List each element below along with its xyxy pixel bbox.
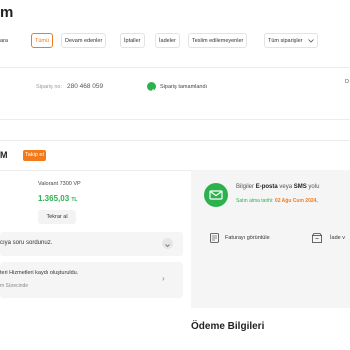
product-price-value: 1.365,03 [38, 194, 70, 203]
divider [0, 140, 350, 141]
delivery-info-suffix: yolu [308, 184, 320, 190]
purchase-date: Satın alma tarihi: 02 Ağu Cum 2024, [236, 198, 318, 204]
delivery-info-mid: veya [279, 184, 293, 190]
support-record-card[interactable] [0, 262, 183, 298]
order-status: Sipariş tamamlandı [160, 84, 208, 90]
order-number-label: Sipariş no: [36, 84, 62, 90]
chevron-down-icon [307, 39, 314, 43]
filter-chip-all[interactable]: Tümü [31, 33, 54, 48]
divider [0, 67, 350, 68]
delivery-email-label: E-posta [255, 184, 278, 190]
invoice-icon [210, 233, 219, 243]
delivery-info: Bilgiler E-posta veya SMS yolu [236, 184, 319, 190]
product-price-currency: TL [71, 197, 78, 203]
filter-dropdown-label: Tüm siparişler [268, 38, 303, 44]
chevron-right-icon[interactable]: › [162, 274, 165, 283]
divider [0, 119, 350, 120]
payment-info-title: Ödeme Bilgileri [191, 321, 265, 332]
divider [0, 170, 191, 171]
reorder-button[interactable]: Tekrar al [38, 210, 76, 224]
return-box-icon [312, 233, 322, 243]
product-price: 1.365,03 TL [38, 194, 77, 203]
purchase-date-label: Satın alma tarihi: [236, 198, 274, 204]
filter-chip-returns[interactable]: İadeler [155, 33, 180, 48]
support-record-text: teri Hizmetleri kaydı oluşturuldu. [0, 270, 79, 276]
page-title: m [0, 4, 14, 21]
follow-seller-button[interactable]: Takip et [23, 150, 46, 161]
filter-dropdown-all-orders[interactable]: Tüm siparişler [264, 33, 318, 48]
delivery-sms-label: SMS [293, 184, 307, 190]
filter-chip-ongoing[interactable]: Devam edenler [61, 33, 107, 48]
seller-name: M [0, 150, 8, 160]
purchase-date-value: 02 Ağu Cum 2024, [274, 198, 318, 204]
support-record-status: m Sürecinde [0, 283, 29, 289]
order-number: 280 468 059 [67, 83, 104, 90]
check-circle-icon [147, 82, 156, 93]
email-sms-delivery-icon [204, 183, 228, 207]
chevron-down-icon[interactable] [162, 238, 173, 249]
filter-chip-undelivered[interactable]: Teslim edilemeyenler [188, 33, 248, 48]
order-details-link[interactable]: D [345, 79, 349, 85]
delivery-info-prefix: Bilgiler [236, 184, 255, 190]
product-name[interactable]: Valorant 7300 VP [38, 181, 81, 187]
view-invoice-link[interactable]: Faturayı görüntüle [225, 235, 270, 241]
filter-prefix: ara [0, 38, 8, 44]
return-request-link[interactable]: İade v [330, 235, 345, 241]
seller-question-text: cıya soru sordunuz. [0, 240, 53, 246]
filter-chip-cancels[interactable]: İptaller [120, 33, 145, 48]
